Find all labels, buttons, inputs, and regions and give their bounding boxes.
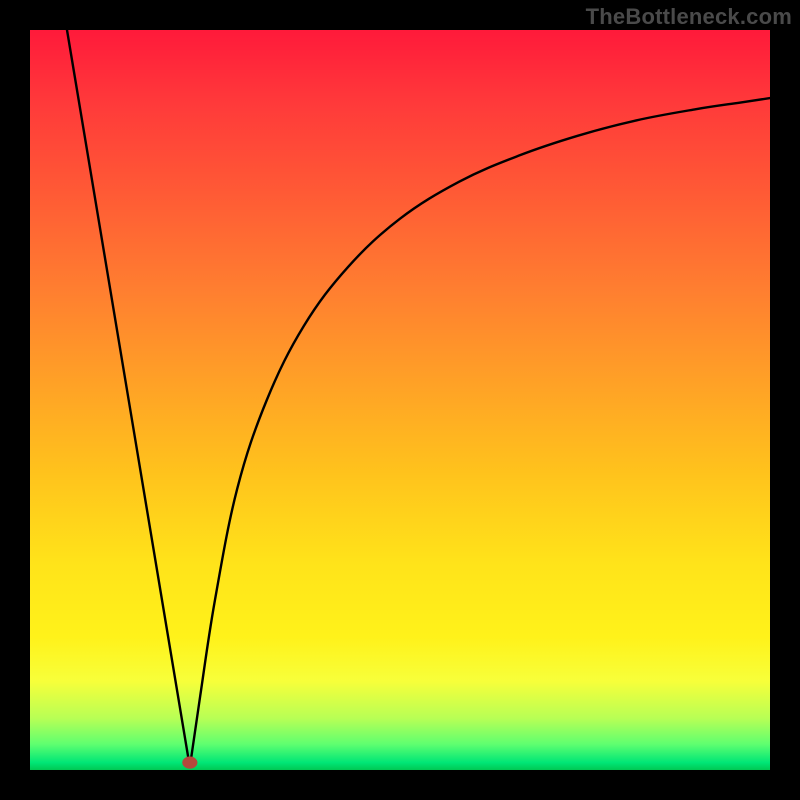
bottleneck-curve xyxy=(67,30,770,767)
chart-frame: TheBottleneck.com xyxy=(0,0,800,800)
curve-layer xyxy=(30,30,770,770)
plot-area xyxy=(30,30,770,770)
minimum-marker xyxy=(182,757,197,769)
watermark-text: TheBottleneck.com xyxy=(586,4,792,30)
